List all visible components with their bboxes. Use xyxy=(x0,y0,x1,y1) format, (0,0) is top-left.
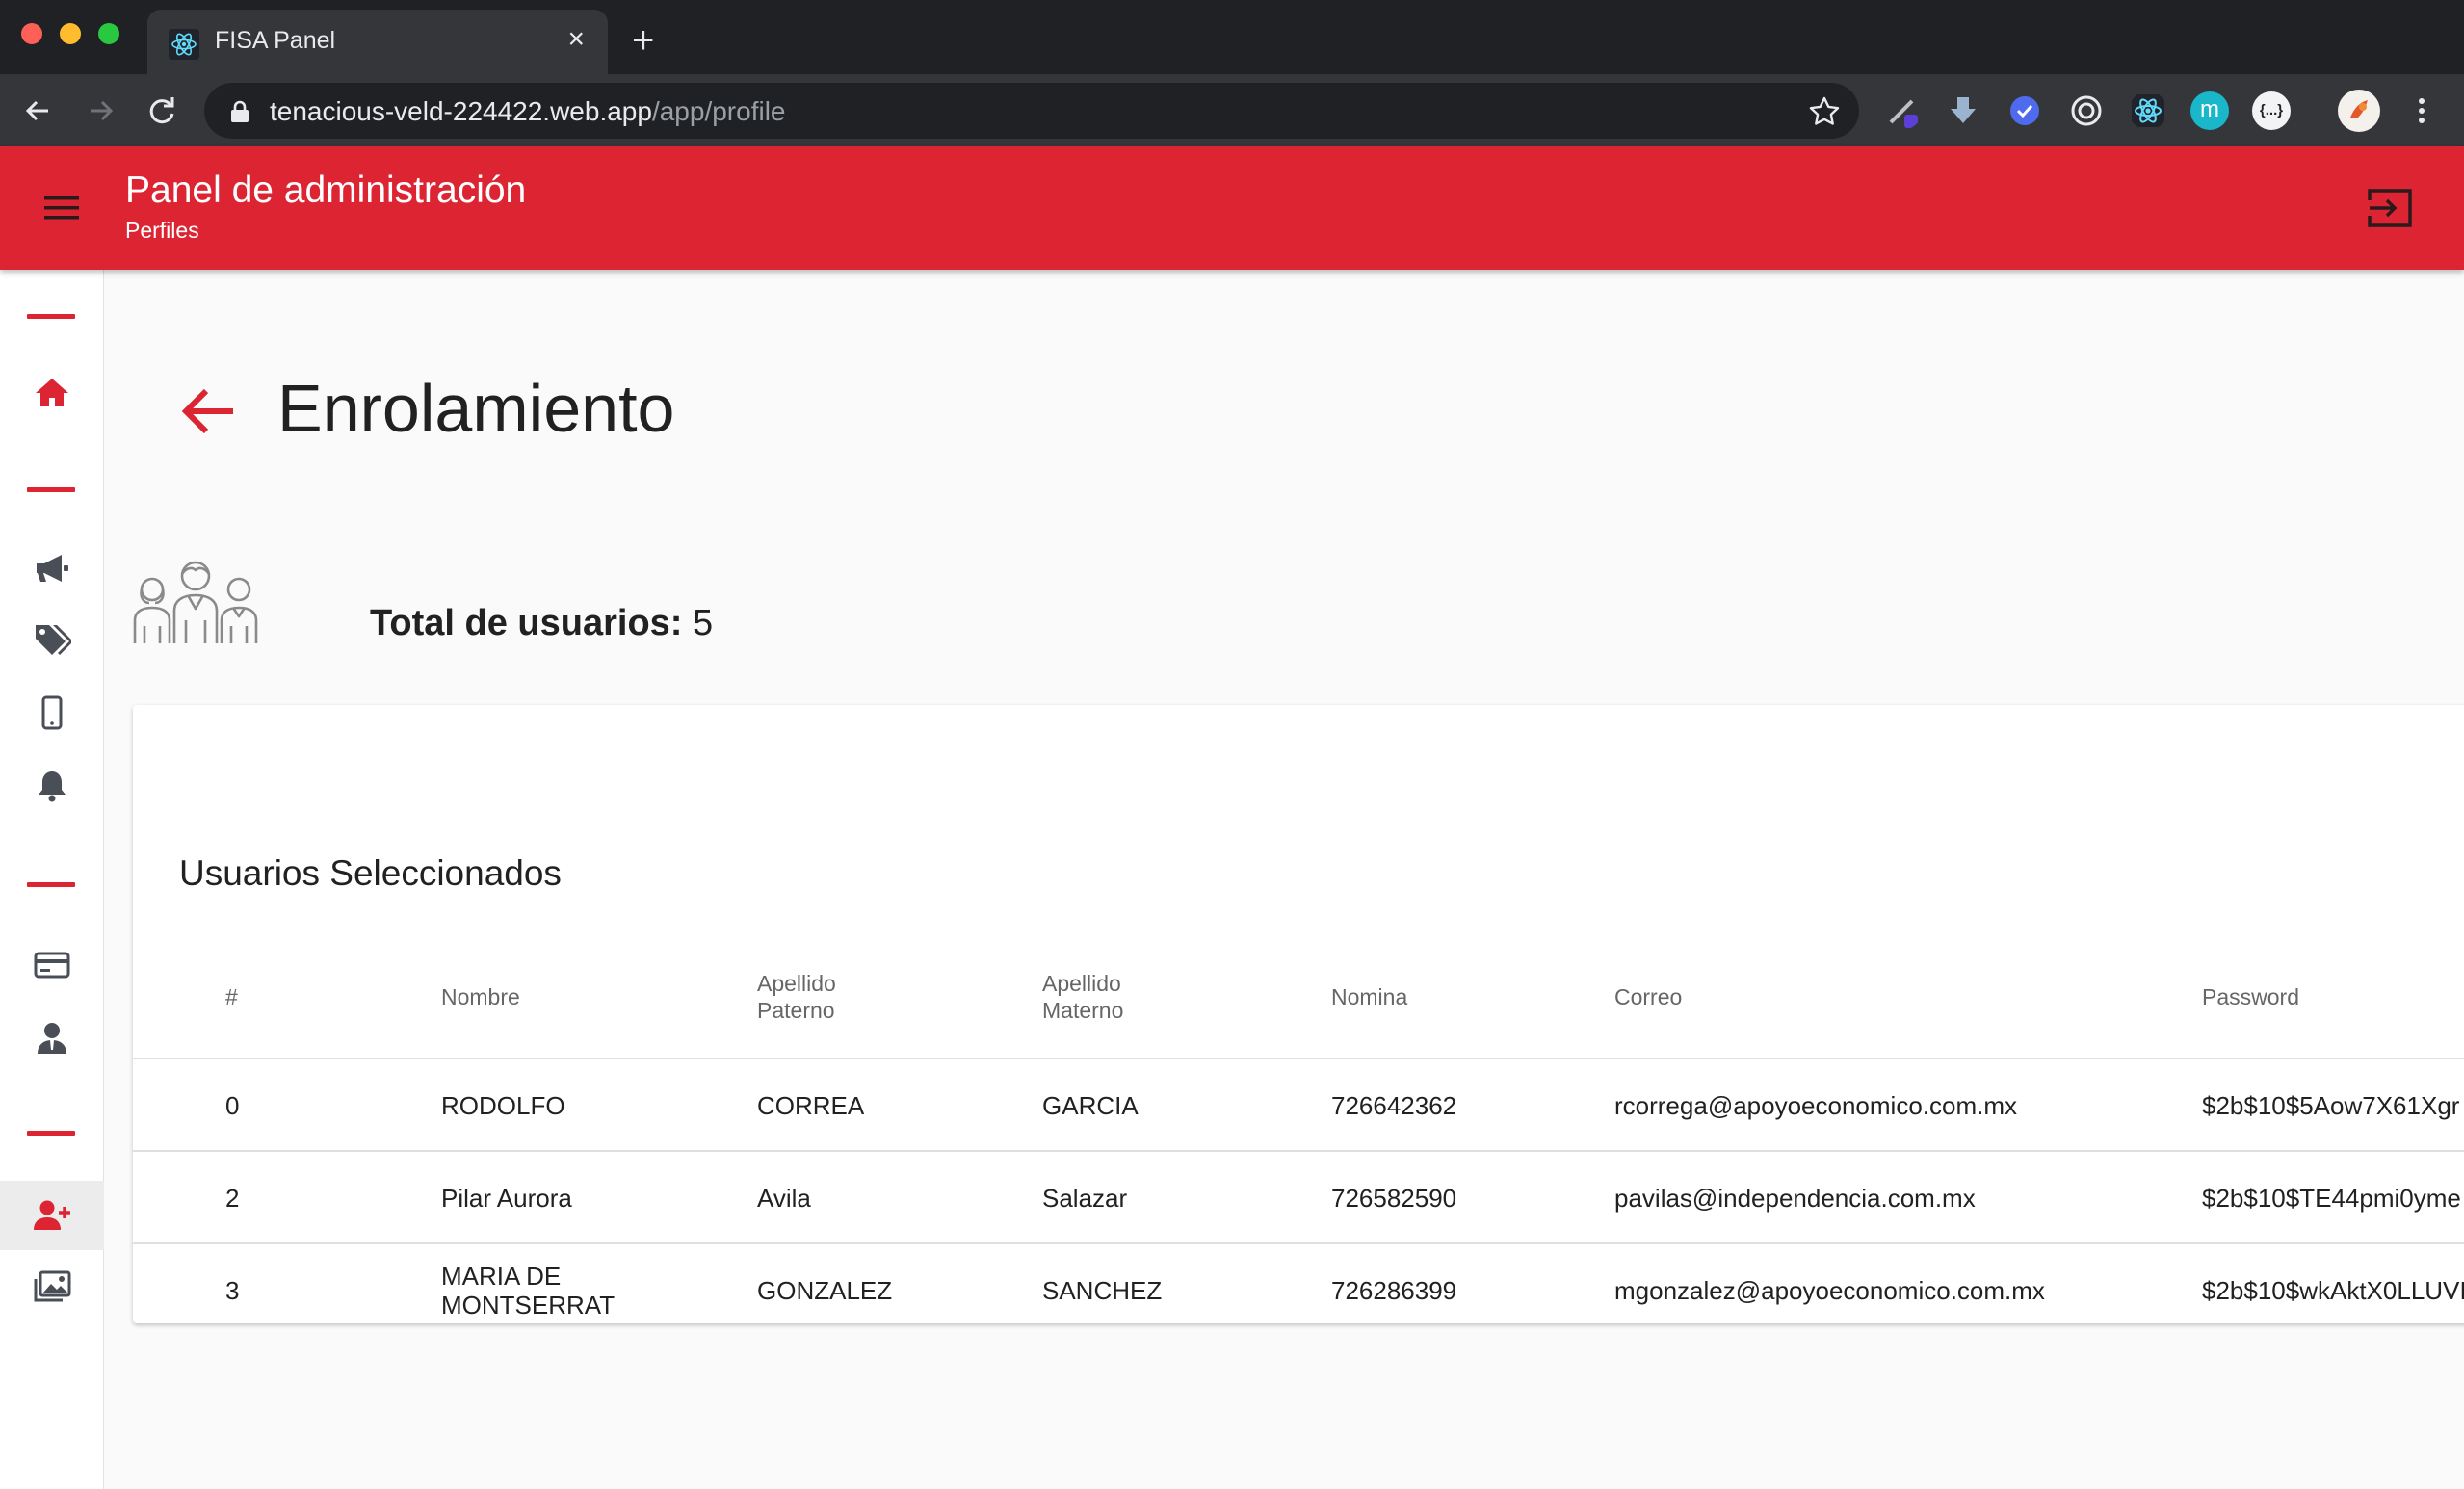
new-tab-button[interactable]: + xyxy=(632,21,654,60)
total-users: Total de usuarios: 5 xyxy=(370,603,713,644)
sidebar-item-home[interactable] xyxy=(0,358,104,428)
bookmark-star-icon[interactable] xyxy=(1807,94,1842,129)
window-close-button[interactable] xyxy=(21,23,42,44)
window-maximize-button[interactable] xyxy=(98,23,119,44)
cell-correo: mgonzalez@apoyoeconomico.com.mx xyxy=(1614,1276,2045,1305)
table-header: # Nombre Apellido Paterno Apellido Mater… xyxy=(133,934,2464,1059)
sidebar-item-cards[interactable] xyxy=(0,930,104,1000)
mobile-phone-icon xyxy=(41,695,63,730)
cell-nombre: Pilar Aurora xyxy=(441,1184,572,1213)
column-header-index[interactable]: # xyxy=(225,934,238,1059)
users-group-icon xyxy=(133,561,258,643)
megaphone-icon xyxy=(37,555,68,582)
cell-password: $2b$10$5Aow7X61Xgr xyxy=(2202,1091,2460,1120)
browser-tab-bar: FISA Panel × + xyxy=(0,0,2464,74)
url-text: tenacious-veld-224422.web.app/app/profil… xyxy=(270,96,786,127)
browser-menu-icon[interactable] xyxy=(2402,91,2441,130)
tab-title: FISA Panel xyxy=(215,27,336,54)
react-favicon-icon xyxy=(169,29,199,60)
json-extension-icon[interactable]: {...} xyxy=(2252,91,2291,130)
page-title: Enrolamiento xyxy=(277,371,675,446)
download-extension-icon[interactable] xyxy=(1944,91,1982,130)
column-header-apellido-paterno[interactable]: Apellido Paterno xyxy=(757,934,863,1059)
address-bar[interactable]: tenacious-veld-224422.web.app/app/profil… xyxy=(204,83,1859,139)
sidebar-item-agents[interactable] xyxy=(0,1004,104,1073)
cell-apellido-materno: SANCHEZ xyxy=(1042,1276,1163,1305)
column-header-apellido-materno[interactable]: Apellido Materno xyxy=(1042,934,1148,1059)
app-header: Panel de administración Perfiles xyxy=(0,146,2464,270)
pen-extension-icon[interactable] xyxy=(1883,91,1922,130)
total-users-value: 5 xyxy=(693,603,714,643)
cell-index: 0 xyxy=(225,1091,240,1120)
column-header-nomina[interactable]: Nomina xyxy=(1331,934,1407,1059)
profile-avatar-icon[interactable] xyxy=(2337,89,2381,133)
cell-apellido-materno: Salazar xyxy=(1042,1184,1128,1213)
sidebar-divider xyxy=(27,1131,75,1136)
react-devtools-icon[interactable] xyxy=(2129,91,2167,130)
total-users-label: Total de usuarios: xyxy=(370,603,683,643)
sidebar-item-gallery[interactable] xyxy=(0,1252,104,1321)
table-row[interactable]: 2 Pilar Aurora Avila Salazar 726582590 p… xyxy=(133,1152,2464,1244)
selected-users-card: Usuarios Seleccionados # Nombre Apellido… xyxy=(133,705,2464,1323)
m-extension-icon[interactable]: m xyxy=(2190,91,2229,130)
sidebar-divider xyxy=(27,882,75,887)
cell-index: 3 xyxy=(225,1276,240,1305)
cell-password: $2b$10$TE44pmi0yme xyxy=(2202,1184,2461,1213)
user-tie-icon xyxy=(38,1023,66,1054)
user-plus-icon xyxy=(34,1200,70,1230)
check-extension-icon[interactable] xyxy=(2005,91,2044,130)
sidebar-item-campaigns[interactable] xyxy=(0,534,104,603)
table-row[interactable]: 3 MARIA DE MONTSERRAT GONZALEZ SANCHEZ 7… xyxy=(133,1244,2464,1323)
bell-icon xyxy=(39,771,66,802)
sidebar-divider xyxy=(27,487,75,492)
reload-icon[interactable] xyxy=(141,90,183,132)
cell-correo: rcorrega@apoyoeconomico.com.mx xyxy=(1614,1091,2018,1120)
cell-apellido-paterno: Avila xyxy=(757,1184,811,1213)
column-header-nombre[interactable]: Nombre xyxy=(441,934,520,1059)
cell-apellido-paterno: GONZALEZ xyxy=(757,1276,893,1305)
sidebar-divider xyxy=(27,314,75,319)
app-title: Panel de administración xyxy=(125,170,527,211)
back-navigation-icon[interactable] xyxy=(17,90,60,132)
cell-index: 2 xyxy=(225,1184,240,1213)
cell-nombre: MARIA DE MONTSERRAT xyxy=(441,1262,616,1319)
images-icon xyxy=(34,1270,71,1302)
url-host: tenacious-veld-224422.web.app xyxy=(270,96,652,126)
target-extension-icon[interactable] xyxy=(2067,91,2106,130)
logout-icon[interactable] xyxy=(2366,187,2414,229)
cell-correo: pavilas@independencia.com.mx xyxy=(1614,1184,1976,1213)
browser-tab[interactable]: FISA Panel × xyxy=(147,10,608,74)
lock-icon xyxy=(231,100,249,122)
browser-toolbar: tenacious-veld-224422.web.app/app/profil… xyxy=(0,74,2464,146)
cell-nomina: 726286399 xyxy=(1331,1276,1457,1305)
sidebar-item-devices[interactable] xyxy=(0,678,104,747)
sidebar-item-promotions[interactable] xyxy=(0,605,104,674)
url-path: /app/profile xyxy=(651,96,786,126)
cell-nomina: 726642362 xyxy=(1331,1091,1457,1120)
sidebar-item-enrollment[interactable] xyxy=(0,1181,104,1250)
cell-password: $2b$10$wkAktX0LLUVI xyxy=(2202,1276,2464,1305)
sidebar xyxy=(0,270,104,1489)
hamburger-menu-icon[interactable] xyxy=(42,193,81,223)
back-arrow-icon[interactable] xyxy=(177,379,241,443)
home-icon xyxy=(36,379,68,406)
card-title: Usuarios Seleccionados xyxy=(179,853,562,893)
cell-apellido-paterno: CORREA xyxy=(757,1091,865,1120)
sidebar-item-notifications[interactable] xyxy=(0,751,104,821)
window-minimize-button[interactable] xyxy=(60,23,81,44)
app-subtitle: Perfiles xyxy=(125,218,199,243)
column-header-correo[interactable]: Correo xyxy=(1614,934,1682,1059)
cell-nombre: RODOLFO xyxy=(441,1091,565,1120)
tags-icon xyxy=(36,625,71,655)
forward-navigation-icon[interactable] xyxy=(79,90,121,132)
users-table: # Nombre Apellido Paterno Apellido Mater… xyxy=(133,934,2464,1323)
cell-nomina: 726582590 xyxy=(1331,1184,1457,1213)
table-row[interactable]: 0 RODOLFO CORREA GARCIA 726642362 rcorre… xyxy=(133,1059,2464,1152)
column-header-password[interactable]: Password xyxy=(2202,934,2299,1059)
cell-apellido-materno: GARCIA xyxy=(1042,1091,1139,1120)
tab-close-icon[interactable]: × xyxy=(567,25,585,54)
credit-card-icon xyxy=(34,952,70,979)
